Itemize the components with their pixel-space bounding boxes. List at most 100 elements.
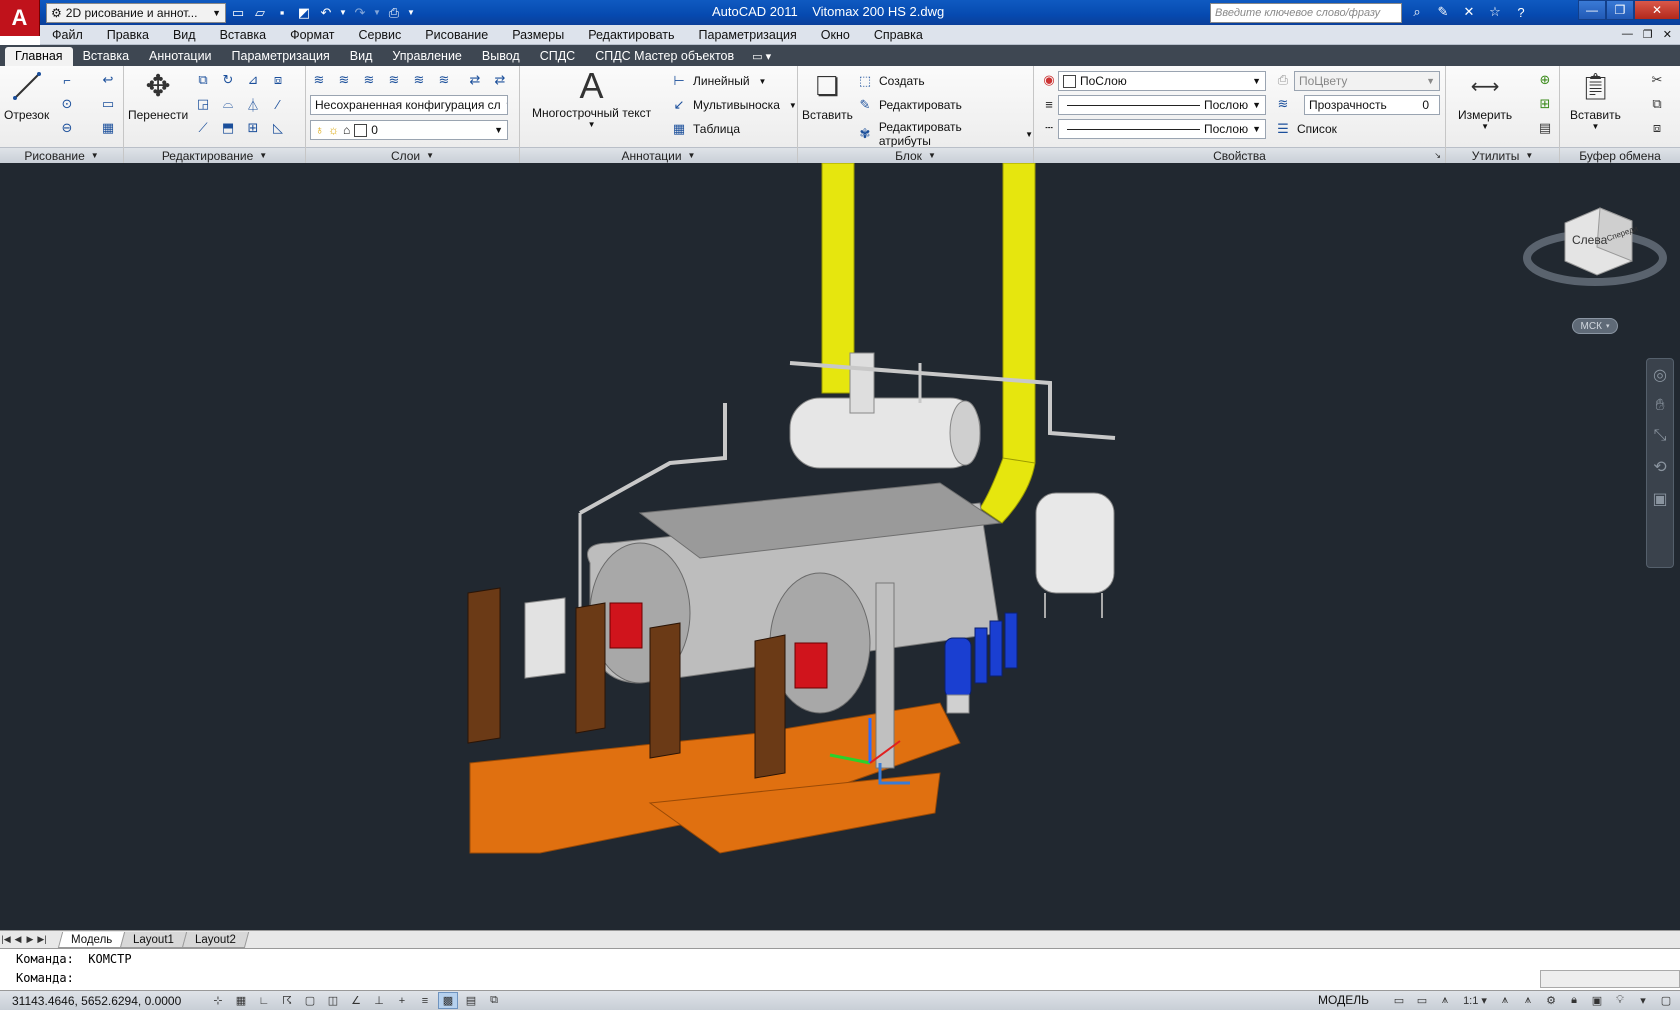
star-icon[interactable]: ☆ [1484,2,1506,22]
fillet-icon[interactable]: ⌓ [217,94,239,114]
annotation-scale-icon[interactable]: ⩚ [1435,992,1455,1009]
menu-insert[interactable]: Вставка [208,28,278,42]
new-file-icon[interactable]: ▭ [228,3,248,23]
menu-modify[interactable]: Редактировать [576,28,686,42]
grid-icon[interactable]: ▦ [231,992,251,1009]
circle-icon[interactable]: ⊙ [56,94,78,114]
measure-button[interactable]: ⟷ Измерить ▼ [1458,68,1512,132]
rotate-icon[interactable]: ↻ [217,70,239,90]
lock-icon[interactable]: 🔒︎ [1564,992,1584,1009]
menu-window[interactable]: Окно [809,28,862,42]
panel-layers-label[interactable]: Слои ▼ [306,147,519,163]
otrack-icon[interactable]: ∠ [346,992,366,1009]
isolate-objects-icon[interactable]: 💡︎ [1610,992,1630,1009]
tab-spds-wizard[interactable]: СПДС Мастер объектов [585,47,744,66]
move-button[interactable]: ✥ Перенести [128,68,188,123]
linetype-select[interactable]: Послою ▼ [1058,119,1266,139]
menu-draw[interactable]: Рисование [413,28,500,42]
mtext-button[interactable]: A Многострочный текст ▼ [532,65,651,129]
tab-insert[interactable]: Вставка [73,47,139,66]
auto-scale-icon[interactable]: ⩚ [1518,992,1538,1009]
ribbon-minimize-button[interactable]: ▭ ▾ [744,50,779,66]
tab-manage[interactable]: Управление [382,47,472,66]
menu-tools[interactable]: Сервис [346,28,413,42]
panel-annotation-label[interactable]: Аннотации ▼ [520,147,797,163]
tab-layout1[interactable]: Layout1 [120,931,188,948]
binoculars-icon[interactable]: ⌕ [1406,2,1428,22]
cut-icon[interactable]: ✂ [1646,70,1668,90]
select-all-icon[interactable]: ⊞ [1534,94,1556,114]
layer-previous-icon[interactable]: ⇄ [489,70,511,90]
trim-icon[interactable]: ⊿ [242,70,264,90]
tab-model[interactable]: Модель [57,931,126,948]
tab-annotate[interactable]: Аннотации [139,47,221,66]
layer-freeze-icon[interactable]: ≋ [433,70,455,90]
next-tab-icon[interactable]: ▶ [24,933,36,947]
lineweight-toggle-icon[interactable]: ≡ [415,992,435,1009]
hatch-icon[interactable]: ▦ [97,118,119,138]
pan-hand-icon[interactable]: ✋︎ [1655,397,1664,415]
osnap-icon[interactable]: ▢ [300,992,320,1009]
ellipse-icon[interactable]: ⊖ [56,118,78,138]
edit-block-button[interactable]: ✎ Редактировать [856,96,962,114]
tab-layout2[interactable]: Layout2 [182,931,250,948]
panel-block-label[interactable]: Блок ▼ [798,147,1033,163]
table-button[interactable]: ▦ Таблица [670,120,740,138]
menu-format[interactable]: Формат [278,28,346,42]
panel-utilities-label[interactable]: Утилиты ▼ [1446,147,1559,163]
copy-icon[interactable]: ⧉ [192,70,214,90]
save-as-icon[interactable]: ◩ [294,3,314,23]
open-file-icon[interactable]: ▱ [250,3,270,23]
exchange-icon[interactable]: ✕ [1458,2,1480,22]
redo-list-icon[interactable]: ▼ [372,3,382,23]
doc-minimize-icon[interactable]: — [1622,28,1633,41]
layer-state-icon[interactable]: ≋ [333,70,355,90]
save-icon[interactable]: ▪ [272,3,292,23]
calculator-icon[interactable]: ▤ [1534,118,1556,138]
search-input[interactable]: Введите ключевое слово/фразу [1210,3,1402,23]
viewcube-face-left[interactable]: Слева [1572,233,1607,247]
scale-icon[interactable]: ⬒ [217,118,239,138]
restore-icon[interactable]: ❐ [1606,0,1634,20]
match-properties-icon[interactable]: ◉ [1038,70,1060,90]
tab-spds[interactable]: СПДС [530,47,586,66]
menu-help[interactable]: Справка [862,28,935,42]
mirror-icon[interactable]: ⏃ [242,94,264,114]
model-space-toggle[interactable]: МОДЕЛЬ [1318,993,1369,1007]
layer-match-icon[interactable]: ⇄ [464,70,486,90]
3d-osnap-icon[interactable]: ◫ [323,992,343,1009]
showmotion-icon[interactable]: ▣ [1652,489,1667,509]
menu-file[interactable]: Файл [40,28,95,42]
edit-attributes-button[interactable]: ✾ Редактировать атрибуты ▼ [856,120,1033,148]
ducs-icon[interactable]: ⊥ [369,992,389,1009]
coordinates-readout[interactable]: 31143.4646, 5652.6294, 0.0000 [0,994,200,1008]
layer-off-icon[interactable]: ≋ [408,70,430,90]
orbit-icon[interactable]: ⟲ [1653,457,1666,477]
polar-icon[interactable]: ☈ [277,992,297,1009]
doc-close-icon[interactable]: ✕ [1663,28,1672,41]
quick-properties-icon[interactable]: ▤ [461,992,481,1009]
doc-restore-icon[interactable]: ❐ [1643,28,1653,41]
selection-cycling-icon[interactable]: ⧉ [484,992,504,1009]
chamfer-icon[interactable]: ◺ [267,118,289,138]
annotation-visibility-icon[interactable]: ⩚ [1495,992,1515,1009]
menu-dimension[interactable]: Размеры [500,28,576,42]
redo-icon[interactable]: ↷ [350,3,370,23]
close-icon[interactable]: ✕ [1634,0,1680,20]
offset-icon[interactable]: ⟋ [192,118,214,138]
ortho-icon[interactable]: ∟ [254,992,274,1009]
menu-edit[interactable]: Правка [95,28,161,42]
line-button[interactable]: Отрезок [4,68,49,122]
annotation-scale-value[interactable]: 1:1 ▾ [1458,992,1492,1009]
panel-modify-label[interactable]: Редактирование ▼ [124,147,305,163]
workspace-select[interactable]: ⚙ 2D рисование и аннот... ▼ [46,2,226,23]
multileader-button[interactable]: ↙ Мультивыноска ▼ [670,96,797,114]
linear-dimension-button[interactable]: ⊢ Линейный ▼ [670,72,766,90]
color-select[interactable]: ПоСлою ▼ [1058,71,1266,91]
layout-icon[interactable]: ▭ [1389,992,1409,1009]
polyline-icon[interactable]: ⌐ [56,70,78,90]
first-tab-icon[interactable]: |◀ [0,933,12,947]
copy-clip-icon[interactable]: ⧉ [1646,94,1668,114]
insert-block-button[interactable]: ❏ Вставить [802,68,853,123]
snap-icon[interactable]: ⊹ [208,992,228,1009]
